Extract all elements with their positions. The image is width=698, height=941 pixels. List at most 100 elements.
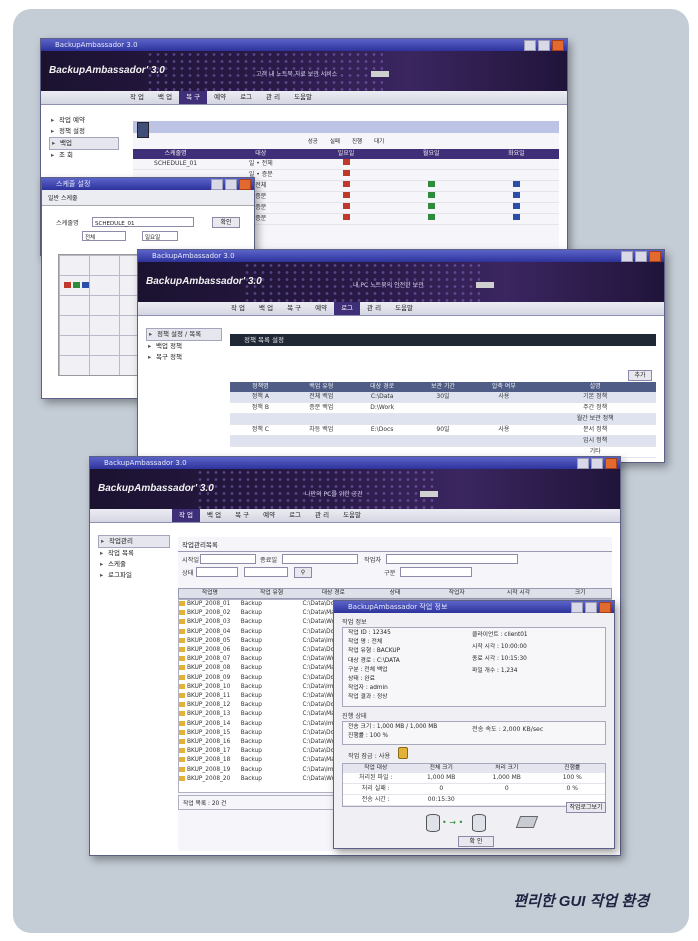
tree-item[interactable]: 작업 목록 [98,548,170,559]
flag-icon [512,181,520,187]
column-header[interactable]: 상태 [364,589,426,598]
column-header[interactable]: 대상 [218,149,303,159]
category-field[interactable] [400,567,472,577]
tree-item[interactable]: 정책 설정 [49,126,119,137]
menu-admin[interactable]: 관 리 [360,302,388,315]
tree-item-selected[interactable]: 백업 [49,137,119,150]
menu-job[interactable]: 작 업 [224,302,252,315]
column-header[interactable]: 정책명 [230,382,291,392]
table-cell [303,192,388,202]
tree-item-selected[interactable]: 정책 설정 / 목록 [146,328,222,341]
maximize-button[interactable] [225,179,237,190]
column-header[interactable]: 작업자 [426,589,488,598]
close-button[interactable] [605,458,617,469]
flag-icon [427,203,435,209]
type-select[interactable] [244,567,288,577]
column-header[interactable]: 월요일 [389,149,474,159]
table-row[interactable]: 임시 정책 [230,436,656,447]
column-header[interactable]: 보관 기간 [413,382,474,392]
tree-item-selected[interactable]: 작업관리 [98,535,170,548]
table-cell: 0 % [566,785,578,792]
banner-button[interactable] [420,491,438,497]
minimize-button[interactable] [621,251,633,262]
table-row[interactable]: 정책 B 증분 백업 D:\Work 주간 정책 [230,403,656,414]
menu-restore[interactable]: 복 구 [228,509,256,522]
type-select[interactable]: 전체 [82,231,126,241]
end-date-field[interactable] [282,554,358,564]
table-row[interactable]: 월간 보관 정책 [230,414,656,425]
column-header[interactable]: 일요일 [303,149,388,159]
tree-item[interactable]: 복구 정책 [146,352,222,363]
tree-item[interactable]: 로그파일 [98,570,170,581]
column-header[interactable]: 작업명 [179,589,241,598]
minimize-button[interactable] [577,458,589,469]
ok-button[interactable]: 확 인 [458,836,494,847]
close-button[interactable] [239,179,251,190]
window-title: BackupAmbassador 3.0 [152,252,235,260]
menu-backup[interactable]: 백 업 [252,302,280,315]
add-button[interactable]: 추가 [628,370,652,381]
menu-admin[interactable]: 관 리 [308,509,336,522]
table-row[interactable]: 정책 C 차등 백업 E:\Docs 90일 사용 문서 정책 [230,425,656,436]
menu-restore[interactable]: 복 구 [280,302,308,315]
dialog-titlebar[interactable]: BackupAmbassador 작업 정보 [334,601,614,613]
close-button[interactable] [599,602,611,613]
menu-schedule[interactable]: 예약 [308,302,334,315]
column-header[interactable]: 화요일 [474,149,559,159]
day-select[interactable]: 일요일 [142,231,178,241]
column-header[interactable]: 압축 여부 [473,382,534,392]
tree-item[interactable]: 스케줄 [98,559,170,570]
tree-item[interactable]: 작업 예약 [49,115,119,126]
menu-job[interactable]: 작 업 [123,91,151,104]
minimize-button[interactable] [571,602,583,613]
banner-button[interactable] [476,282,494,288]
menu-log[interactable]: 로그 [282,509,308,522]
column-header[interactable]: 작업 유형 [241,589,303,598]
minimize-button[interactable] [211,179,223,190]
search-button[interactable]: ⚲ [294,567,312,578]
window-titlebar[interactable]: BackupAmbassador 3.0 [41,39,567,51]
column-header[interactable]: 스케줄명 [133,149,218,159]
menu-backup[interactable]: 백 업 [151,91,179,104]
close-button[interactable] [649,251,661,262]
menu-job[interactable]: 작 업 [172,509,201,522]
menu-admin[interactable]: 관 리 [259,91,287,104]
column-header[interactable]: 대상 경로 [352,382,413,392]
menu-log[interactable]: 로그 [233,91,259,104]
dialog-tab[interactable]: 일반 스케줄 [42,190,254,206]
operator-field[interactable] [386,554,518,564]
start-date-field[interactable] [200,554,256,564]
column-header[interactable]: 시작 시각 [488,589,550,598]
menu-log[interactable]: 로그 [334,302,361,315]
table-row[interactable]: 정책 A 전체 백업 C:\Data 30일 사용 기본 정책 [230,392,656,403]
maximize-button[interactable] [591,458,603,469]
schedule-name-field[interactable]: SCHEDULE_01 [92,217,194,227]
dialog-titlebar[interactable]: 스케줄 설정 [42,178,254,190]
menu-schedule[interactable]: 예약 [207,91,233,104]
window-titlebar[interactable]: BackupAmbassador 3.0 [90,457,620,469]
banner-button[interactable] [371,71,389,77]
minimize-button[interactable] [524,40,536,51]
database-icon [426,814,440,832]
close-button[interactable] [552,40,564,51]
column-header[interactable]: 설명 [534,382,656,392]
maximize-button[interactable] [585,602,597,613]
menu-backup[interactable]: 백 업 [200,509,228,522]
menu-restore[interactable]: 복 구 [179,91,208,104]
maximize-button[interactable] [538,40,550,51]
column-header[interactable]: 대상 경로 [302,589,364,598]
menu-help[interactable]: 도움말 [287,91,319,104]
menu-schedule[interactable]: 예약 [256,509,282,522]
confirm-button[interactable]: 확인 [212,217,240,228]
status-select[interactable] [196,567,238,577]
tree-item[interactable]: 조 회 [49,150,119,161]
column-header[interactable]: 백업 유형 [291,382,352,392]
table-row[interactable]: SCHEDULE_01 일 • 전체 [133,159,559,170]
menu-help[interactable]: 도움말 [336,509,368,522]
maximize-button[interactable] [635,251,647,262]
window-titlebar[interactable]: BackupAmbassador 3.0 [138,250,664,262]
info-line: 작업 유형 : BACKUP [348,648,401,655]
tree-item[interactable]: 백업 정책 [146,341,222,352]
menu-help[interactable]: 도움말 [388,302,420,315]
column-header[interactable]: 크기 [549,589,611,598]
